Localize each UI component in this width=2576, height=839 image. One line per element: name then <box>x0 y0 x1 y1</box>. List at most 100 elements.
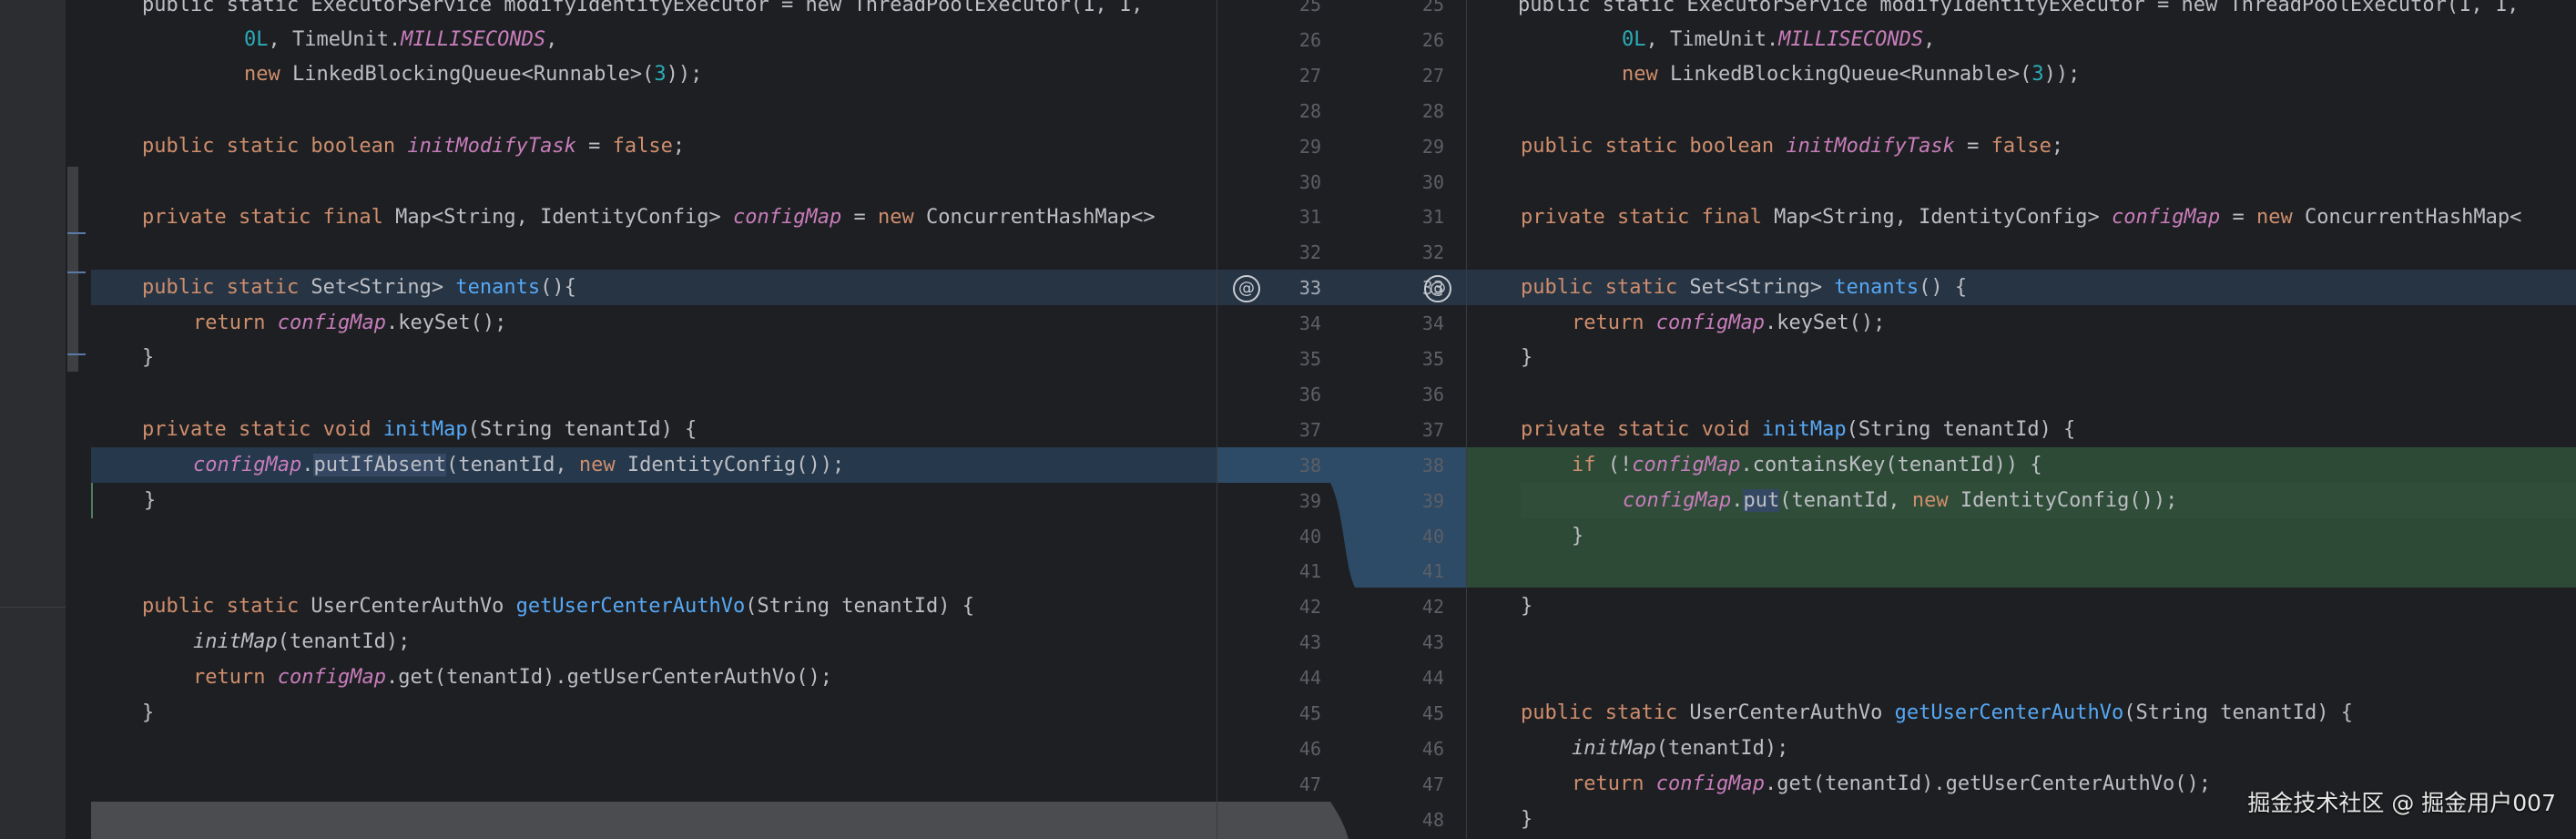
line-number: 30 <box>1421 170 1444 193</box>
keyword: return <box>193 666 266 689</box>
code-text: .keySet(); <box>1764 312 1886 334</box>
line-number: 40 <box>1298 525 1321 547</box>
code-text: LinkedBlockingQueue<Runnable>( <box>1657 63 2032 86</box>
code-text: (String tenantId) { <box>2123 701 2353 724</box>
code-line-38: configMap.putIfAbsent(tenantId, new Iden… <box>91 447 1217 483</box>
line-number: 46 <box>1298 737 1321 760</box>
code-line-29: public static boolean initModifyTask = f… <box>1467 128 2576 164</box>
code-line-31: private static final Map<String, Identit… <box>1467 200 2576 235</box>
code-text: , TimeUnit. <box>268 28 402 51</box>
line-number: 43 <box>1298 631 1321 654</box>
line-number: 34 <box>1421 312 1444 335</box>
keyword: public static <box>1521 276 1678 299</box>
keyword: private static void <box>142 418 372 441</box>
change-tick <box>67 232 86 234</box>
method-name: tenants <box>455 276 541 299</box>
line-number: 33 <box>1298 277 1321 300</box>
line-number: 31 <box>1421 206 1444 229</box>
line-number: 42 <box>1421 596 1444 619</box>
line-number: 42 <box>1298 596 1321 619</box>
change-marker-bar[interactable] <box>67 167 78 372</box>
editor-left-margin <box>66 0 91 839</box>
line-number: 31 <box>1298 206 1321 229</box>
keyword: private static void <box>1521 418 1750 441</box>
code-text: (){ <box>540 276 576 299</box>
change-tick <box>67 353 86 355</box>
code-text: .get(tenantId).getUserCenterAuthVo(); <box>385 666 833 689</box>
code-text: ConcurrentHashMap<> <box>913 206 1156 229</box>
line-number: 32 <box>1298 241 1321 264</box>
code-line-26: 0L, TimeUnit.MILLISECONDS, <box>91 22 1217 57</box>
annotation-icon[interactable]: @ <box>1233 275 1260 302</box>
annotation-icon[interactable]: @ <box>1424 275 1451 302</box>
keyword: public static <box>142 276 300 299</box>
code-text: .get(tenantId).getUserCenterAuthVo(); <box>1764 772 2212 795</box>
code-text: . <box>301 454 314 476</box>
number-literal: 0L <box>244 28 269 51</box>
line-number: 28 <box>1421 99 1444 122</box>
keyword: private static final <box>1521 206 1762 229</box>
right-diff-pane[interactable]: public static ExecutorService modifyIden… <box>1467 0 2576 839</box>
code-text: LinkedBlockingQueue<Runnable>( <box>280 63 655 86</box>
line-number: 36 <box>1298 383 1321 405</box>
keyword: new <box>2255 206 2293 229</box>
field: configMap <box>2112 206 2221 229</box>
line-number: 26 <box>1421 28 1444 51</box>
scroll-connector <box>1217 802 1349 839</box>
code-text: , <box>1923 28 1936 51</box>
code-text: IdentityConfig()); <box>1948 489 2178 512</box>
keyword: false <box>612 135 673 158</box>
code-line-39: configMap.put(tenantId, new IdentityConf… <box>1521 483 2576 518</box>
code-line-27: new LinkedBlockingQueue<Runnable>(3)); <box>1467 56 2576 92</box>
keyword: public static <box>142 595 300 618</box>
field: configMap <box>733 206 842 229</box>
keyword: new <box>244 63 280 86</box>
method-name: tenants <box>1834 276 1919 299</box>
code-line-44: return configMap.get(tenantId).getUserCe… <box>91 660 1217 695</box>
code-line-26: 0L, TimeUnit.MILLISECONDS, <box>1467 22 2576 57</box>
keyword: new <box>578 454 616 476</box>
code-text: } <box>1521 346 1533 369</box>
line-number: 40 <box>1421 525 1444 547</box>
line-number: 45 <box>1421 702 1444 724</box>
code-line-25: public static ExecutorService modifyIden… <box>91 0 1217 23</box>
code-line-34: return configMap.keySet(); <box>91 305 1217 341</box>
field: configMap <box>277 666 386 689</box>
code-text: Set<String> <box>1677 276 1835 299</box>
keyword: false <box>1991 135 2052 158</box>
keyword: return <box>1572 772 1644 795</box>
keyword: return <box>193 312 266 334</box>
method-name: initMap <box>1761 418 1847 441</box>
code-text: , TimeUnit. <box>1645 28 1779 51</box>
code-text: UserCenterAuthVo <box>1677 701 1895 724</box>
line-number: 48 <box>1421 808 1444 831</box>
change-tick <box>67 271 86 273</box>
field: initModifyTask <box>407 135 576 158</box>
code-line-37: private static void initMap(String tenan… <box>1467 412 2576 447</box>
changed-token: putIfAbsent <box>313 454 447 476</box>
line-number: 47 <box>1421 772 1444 795</box>
left-diff-pane[interactable]: public static ExecutorService modifyIden… <box>91 0 1217 839</box>
code-line-29: public static boolean initModifyTask = f… <box>91 128 1217 164</box>
constant: MILLISECONDS <box>1778 28 1924 51</box>
code-line-45: } <box>91 695 1217 731</box>
keyword: return <box>1572 312 1644 334</box>
line-number: 27 <box>1298 64 1321 87</box>
code-text: (String tenantId) { <box>745 595 974 618</box>
code-line-31: private static final Map<String, Identit… <box>91 200 1217 235</box>
code-line-27: new LinkedBlockingQueue<Runnable>(3)); <box>91 56 1217 92</box>
line-number: 35 <box>1298 348 1321 370</box>
line-number: 25 <box>1421 0 1444 15</box>
line-number: 47 <box>1298 772 1321 795</box>
line-number: 32 <box>1421 241 1444 264</box>
line-number: 39 <box>1298 489 1321 512</box>
field: configMap <box>1623 489 1732 512</box>
line-number: 35 <box>1421 348 1444 370</box>
method-name: getUserCenterAuthVo <box>515 595 746 618</box>
code-text: , <box>545 28 558 51</box>
horizontal-scrollbar[interactable] <box>91 802 1217 839</box>
keyword: new <box>877 206 914 229</box>
field: configMap <box>277 312 386 334</box>
field: initModifyTask <box>1786 135 1955 158</box>
code-text: public static ExecutorService modifyIden… <box>142 0 1144 16</box>
